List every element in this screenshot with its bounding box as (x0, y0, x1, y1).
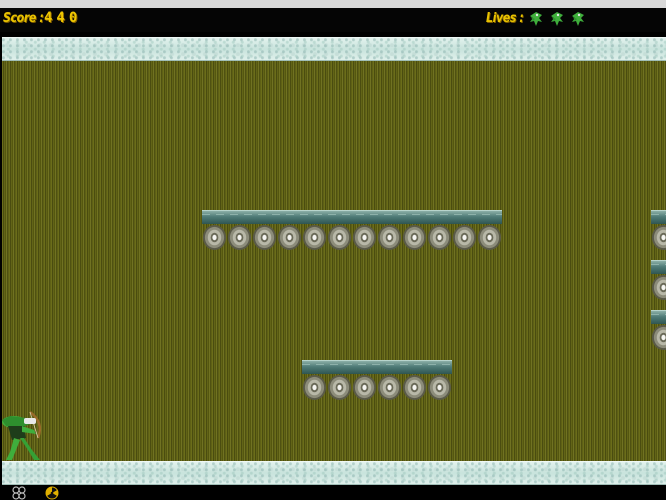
green-creature-icon (530, 12, 542, 26)
player-archer[interactable] (0, 408, 48, 462)
platform-wheels (651, 224, 666, 260)
disc-wheel (277, 225, 302, 250)
ceiling-marble-band (2, 37, 666, 61)
disc-wheel (402, 225, 427, 250)
disc-wheel (327, 375, 352, 400)
disc-wheel (352, 225, 377, 250)
lives-indicator (527, 10, 587, 30)
platform-segment (651, 310, 666, 360)
lives-label: Lives : (486, 11, 524, 26)
disc-wheel (651, 325, 666, 350)
rings-icon (12, 486, 26, 500)
disc-wheel (202, 225, 227, 250)
disc-wheel (427, 225, 452, 250)
hud-bar: Score : 440 Lives : (0, 8, 666, 32)
disc-wheel (377, 225, 402, 250)
platform-deck (302, 360, 452, 374)
platform-segment (651, 260, 666, 310)
disc-wheel (651, 275, 666, 300)
platform-wheels (302, 374, 452, 410)
disc-wheel (302, 225, 327, 250)
disc-wheel (477, 225, 502, 250)
score-label: Score : (3, 11, 44, 26)
platform-segment (651, 210, 666, 260)
disc-wheel (427, 375, 452, 400)
disc-wheel (327, 225, 352, 250)
disc-wheel (377, 375, 402, 400)
green-creature-icon (572, 12, 584, 26)
disc-wheel (352, 375, 377, 400)
platform-wheels (202, 224, 502, 260)
platform-deck (651, 210, 666, 224)
lower-platform (302, 360, 452, 410)
disc-wheel (651, 225, 666, 250)
disc-wheel (252, 225, 277, 250)
green-creature-icon (551, 12, 563, 26)
radiation-icon (45, 486, 59, 500)
game-screen: Score : 440 Lives : (0, 0, 666, 500)
disc-wheel (452, 225, 477, 250)
platform-wheels (651, 274, 666, 310)
platform-wheels (651, 324, 666, 360)
platform-deck (202, 210, 502, 224)
platform-deck (651, 260, 666, 274)
score-value: 440 (44, 10, 82, 26)
inventory-bar (0, 485, 666, 500)
floor-marble-band (2, 461, 666, 485)
disc-wheel (402, 375, 427, 400)
platform-deck (651, 310, 666, 324)
window-edge (0, 0, 666, 8)
right-edge-platform (651, 210, 666, 360)
disc-wheel (302, 375, 327, 400)
disc-wheel (227, 225, 252, 250)
upper-platform (202, 210, 502, 260)
green-archer-icon (2, 410, 41, 460)
